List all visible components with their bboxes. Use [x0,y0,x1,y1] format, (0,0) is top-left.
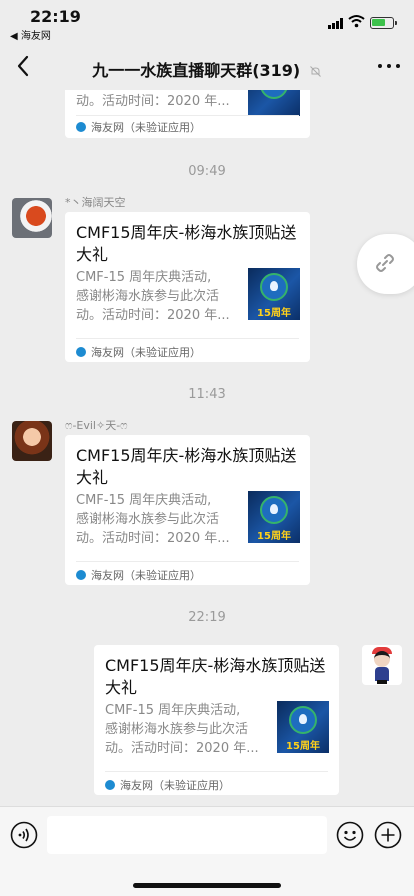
card-desc-line: CMF-15 周年庆典活动, [76,493,212,508]
plus-icon[interactable] [374,821,402,849]
thumb-text: 15周年 [286,741,320,752]
card-description: CMF-15 周年庆典活动, 感谢彬海水族参与此次活 动。活动时间：2020 年… [76,491,244,548]
card-description: 动。活动时间：2020 年... [76,92,244,111]
chat-messages[interactable]: 动。活动时间：2020 年... 海友网（未验证应用） 09:49 *丶海阔天空… [0,90,414,806]
card-divider [76,115,299,116]
link-card[interactable]: CMF15周年庆-彬海水族顶贴送大礼 CMF-15 周年庆典活动, 感谢彬海水族… [65,212,310,362]
card-desc-line: 感谢彬海水族参与此次活 [76,512,220,527]
card-divider [76,561,299,562]
drop-icon [270,504,278,514]
bell-off-icon [309,66,321,77]
card-divider [76,338,299,339]
card-desc-line: 感谢彬海水族参与此次活 [76,289,220,304]
sender-nickname: *丶海阔天空 [65,196,126,209]
voice-icon[interactable] [10,821,38,849]
card-source-text: 海友网（未验证应用） [91,346,201,359]
card-desc-line: 动。活动时间：2020 年... [76,94,230,109]
status-time: 22:19 [30,7,81,26]
card-desc-line: 动。活动时间：2020 年... [76,308,230,323]
card-description: CMF-15 周年庆典活动, 感谢彬海水族参与此次活 动。活动时间：2020 年… [76,268,244,325]
card-desc-line: CMF-15 周年庆典活动, [105,703,241,718]
card-thumbnail: 15周年 [248,491,300,543]
card-thumbnail: 15周年 [248,268,300,320]
sender-nickname: ෆ-Evil✧天-ෆ [65,419,128,432]
nav-bar: 九一一水族直播聊天群(319) [0,44,414,90]
haiyou-app-icon [105,780,115,790]
card-source[interactable]: 海友网（未验证应用） [76,118,201,136]
haiyou-app-icon [76,347,86,357]
link-card[interactable]: CMF15周年庆-彬海水族顶贴送大礼 CMF-15 周年庆典活动, 感谢彬海水族… [94,645,339,795]
card-description: CMF-15 周年庆典活动, 感谢彬海水族参与此次活 动。活动时间：2020 年… [105,701,273,758]
battery-icon [370,17,397,29]
thumb-text: 15周年 [257,308,291,319]
share-link-button[interactable] [357,234,414,294]
input-bar [0,806,414,896]
drop-icon [299,714,307,724]
card-title: CMF15周年庆-彬海水族顶贴送大礼 [105,656,326,697]
card-source[interactable]: 海友网（未验证应用） [76,343,201,361]
chevron-left-icon[interactable] [10,52,38,80]
time-separator: 11:43 [188,387,226,402]
avatar[interactable] [362,645,402,685]
signal-icon [328,18,344,29]
haiyou-app-icon [76,122,86,132]
card-source-text: 海友网（未验证应用） [91,569,201,582]
time-separator: 09:49 [188,164,226,179]
thumb-logo-icon [260,90,288,99]
card-title: CMF15周年庆-彬海水族顶贴送大礼 [76,223,297,264]
card-title: CMF15周年庆-彬海水族顶贴送大礼 [76,446,297,487]
more-icon[interactable] [378,62,400,70]
chat-title: 九一一水族直播聊天群(319) [50,57,364,81]
card-thumbnail [248,90,300,116]
thumb-text: 15周年 [257,531,291,542]
link-card[interactable]: 动。活动时间：2020 年... 海友网（未验证应用） [65,90,310,138]
link-icon [376,254,394,272]
card-source-text: 海友网（未验证应用） [120,779,230,792]
avatar[interactable] [12,198,52,238]
link-card[interactable]: CMF15周年庆-彬海水族顶贴送大礼 CMF-15 周年庆典活动, 感谢彬海水族… [65,435,310,585]
card-source[interactable]: 海友网（未验证应用） [76,566,201,584]
card-source-text: 海友网（未验证应用） [91,121,201,134]
card-desc-line: 感谢彬海水族参与此次活 [105,722,249,737]
emoji-icon[interactable] [336,821,364,849]
back-to-app-link[interactable]: ◀ 海友网 [10,27,51,42]
status-bar: 22:19 ◀ 海友网 [0,0,414,44]
card-thumbnail: 15周年 [277,701,329,753]
card-desc-line: CMF-15 周年庆典活动, [76,270,212,285]
card-source[interactable]: 海友网（未验证应用） [105,776,230,794]
home-indicator [133,883,281,888]
card-desc-line: 动。活动时间：2020 年... [76,531,230,546]
message-input[interactable] [47,816,327,854]
time-separator: 22:19 [188,610,226,625]
avatar[interactable] [12,421,52,461]
drop-icon [270,281,278,291]
chat-title-text: 九一一水族直播聊天群(319) [92,61,301,80]
wifi-icon [348,15,365,28]
card-desc-line: 动。活动时间：2020 年... [105,741,259,756]
card-divider [105,771,328,772]
haiyou-app-icon [76,570,86,580]
